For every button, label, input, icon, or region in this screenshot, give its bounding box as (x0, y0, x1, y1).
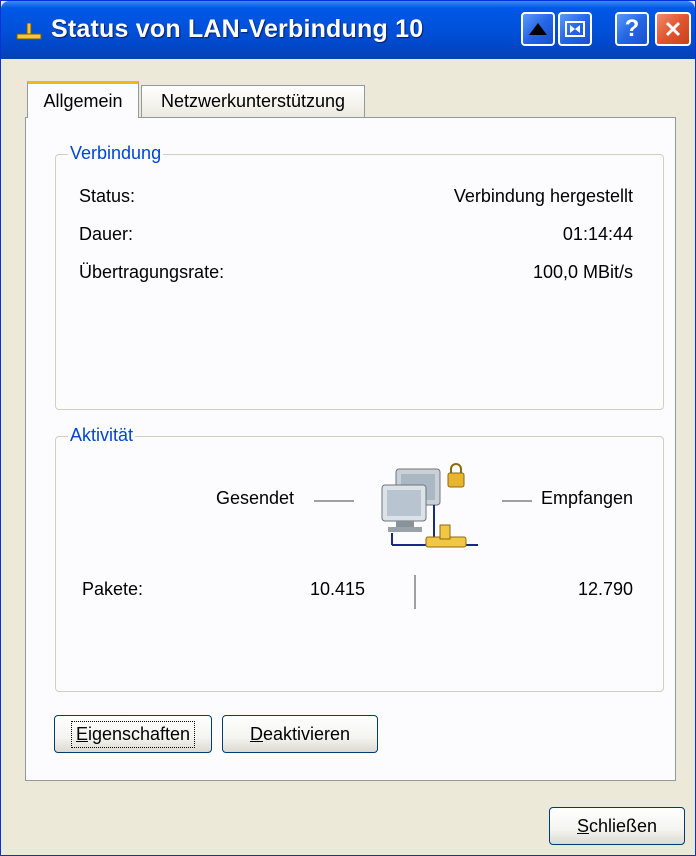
gesendet-label: Gesendet (216, 488, 295, 508)
restore-icon (565, 21, 585, 37)
tab-netzwerkunterstuetzung-label: Netzwerkunterstützung (160, 91, 346, 111)
tab-allgemein-label: Allgemein (43, 90, 123, 111)
status-label: Status: (79, 186, 136, 206)
network-computers-icon (381, 463, 478, 548)
schliessen-button-label: Schließen (576, 815, 658, 836)
uebertragungsrate-value: 100,0 MBit/s (532, 262, 633, 282)
close-icon (665, 21, 681, 37)
tab-allgemein[interactable]: Allgemein (27, 81, 139, 118)
packets-divider (414, 575, 416, 609)
pakete-gesendet-value: 10.415 (309, 579, 365, 599)
schliessen-button[interactable]: Schließen (549, 807, 685, 845)
network-connection-icon (16, 23, 42, 40)
eigenschaften-button[interactable]: Eigenschaften (54, 715, 212, 753)
deaktivieren-button-label: Deaktivieren (249, 723, 351, 744)
tab-panel-allgemein: Verbindung Status: Verbindung hergestell… (25, 117, 676, 781)
sent-line (314, 500, 354, 502)
status-dialog-window: Status von LAN-Verbindung 10 ? Allgemein (0, 0, 696, 856)
help-icon: ? (624, 15, 640, 42)
minimize-button[interactable] (521, 12, 555, 46)
pakete-empfangen-value: 12.790 (577, 579, 633, 599)
help-button[interactable]: ? (615, 12, 649, 46)
window-title: Status von LAN-Verbindung 10 (51, 15, 424, 43)
tab-netzwerkunterstuetzung[interactable]: Netzwerkunterstützung (141, 85, 365, 117)
aktivitaet-groupbox: Aktivität Gesendet Empfangen Pakete: 10.… (55, 425, 664, 692)
title-bar[interactable]: Status von LAN-Verbindung 10 ? (1, 1, 695, 59)
maximize-button[interactable] (558, 12, 592, 46)
close-button[interactable] (655, 12, 691, 46)
verbindung-legend: Verbindung (68, 143, 164, 164)
eigenschaften-button-label: Eigenschaften (70, 720, 196, 748)
verbindung-groupbox: Verbindung Status: Verbindung hergestell… (55, 143, 664, 410)
uebertragungsrate-label: Übertragungsrate: (79, 262, 225, 282)
received-line (502, 500, 532, 502)
dauer-value: 01:14:44 (562, 224, 633, 244)
aktivitaet-legend: Aktivität (68, 425, 136, 446)
deaktivieren-button[interactable]: Deaktivieren (222, 715, 378, 753)
empfangen-label: Empfangen (541, 488, 634, 508)
dauer-label: Dauer: (79, 224, 134, 244)
status-value: Verbindung hergestellt (453, 186, 633, 206)
pakete-label: Pakete: (82, 579, 144, 599)
minimize-icon (529, 23, 547, 35)
